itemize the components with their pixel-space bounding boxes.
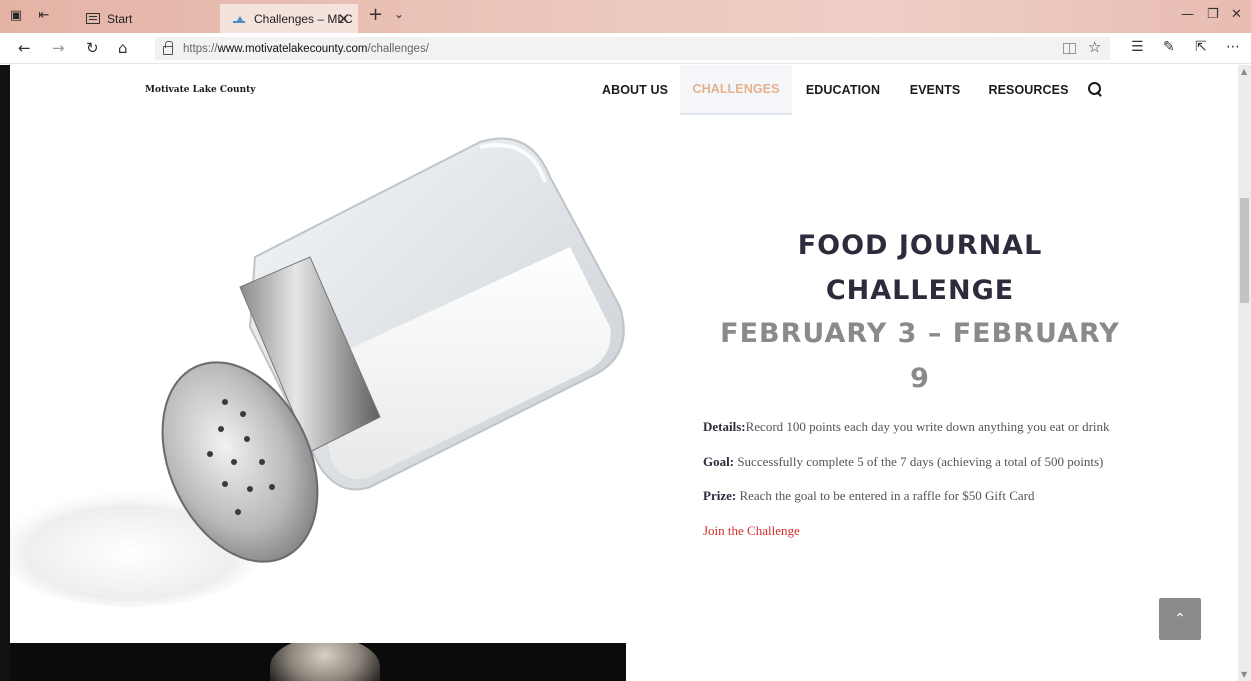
minimize-icon[interactable]: — — [1181, 7, 1194, 22]
site-favicon-icon — [232, 14, 246, 24]
tab-preview-chevron-icon[interactable]: ⌄ — [394, 7, 404, 21]
page-viewport: Motivate Lake County ABOUT US CHALLENGES… — [10, 65, 1238, 681]
favorite-star-icon[interactable]: ☆ — [1088, 38, 1101, 56]
challenge-dates: FEBRUARY 3 – FEBRUARY 9 — [720, 318, 1120, 394]
close-window-icon[interactable]: ✕ — [1231, 7, 1242, 22]
url-text: https://www.motivatelakecounty.com/chall… — [183, 42, 429, 55]
site-logo[interactable]: Motivate Lake County — [145, 85, 256, 95]
page-scrollbar[interactable]: ▲ ▼ — [1238, 65, 1251, 681]
nav-education[interactable]: EDUCATION — [797, 65, 889, 115]
share-icon[interactable]: ⇱ — [1195, 39, 1207, 55]
start-page-icon — [86, 13, 100, 24]
window-left-edge — [0, 65, 10, 681]
home-icon[interactable]: ⌂ — [118, 39, 128, 57]
site-header: Motivate Lake County ABOUT US CHALLENGES… — [10, 65, 1238, 115]
tab-challenges[interactable]: Challenges – MLC ✕ — [220, 4, 358, 33]
nav-about-us[interactable]: ABOUT US — [595, 65, 675, 115]
join-challenge-link[interactable]: Join the Challenge — [703, 523, 800, 539]
web-note-pen-icon[interactable]: ✎ — [1163, 39, 1175, 55]
nav-challenges[interactable]: CHALLENGES — [680, 65, 792, 115]
prize-line: Prize: Reach the goal to be entered in a… — [703, 488, 1035, 503]
address-bar[interactable]: https://www.motivatelakecounty.com/chall… — [155, 37, 1110, 60]
favorites-hub-icon[interactable]: ☰ — [1131, 39, 1144, 55]
salt-shaker-image — [10, 137, 625, 607]
tab-label: Start — [107, 11, 133, 26]
lock-icon — [163, 41, 173, 55]
details-line: Details:Record 100 points each day you w… — [703, 419, 1110, 434]
person-photo — [270, 643, 380, 681]
restore-icon[interactable]: ❐ — [1207, 7, 1219, 22]
tab-actions-icon[interactable]: ▣ — [8, 8, 24, 24]
search-icon[interactable] — [1087, 81, 1103, 97]
close-tab-icon[interactable]: ✕ — [337, 10, 350, 28]
scroll-up-icon[interactable]: ▲ — [1241, 67, 1247, 76]
scroll-down-icon[interactable]: ▼ — [1241, 670, 1247, 679]
tab-start[interactable]: Start — [80, 4, 215, 33]
nav-events[interactable]: EVENTS — [895, 65, 975, 115]
challenge-title: FOOD JOURNAL CHALLENGE — [797, 230, 1043, 306]
refresh-icon[interactable]: ↻ — [86, 39, 99, 57]
back-icon[interactable]: ← — [18, 39, 31, 57]
new-tab-icon[interactable]: + — [368, 4, 383, 25]
browser-tab-bar: ▣ ⇤ Start Challenges – MLC ✕ + ⌄ — ❐ ✕ — [0, 0, 1251, 33]
next-challenge-image — [10, 643, 626, 681]
reading-view-icon[interactable] — [1063, 43, 1076, 54]
nav-resources[interactable]: RESOURCES — [980, 65, 1077, 115]
set-tabs-aside-icon[interactable]: ⇤ — [36, 8, 52, 24]
browser-nav-bar: ← → ↻ ⌂ https://www.motivatelakecounty.c… — [0, 33, 1251, 64]
goal-line: Goal: Successfully complete 5 of the 7 d… — [703, 454, 1104, 469]
forward-icon[interactable]: → — [52, 39, 65, 57]
more-options-icon[interactable]: ⋯ — [1226, 39, 1240, 55]
back-to-top-button[interactable]: ⌃ — [1159, 598, 1201, 640]
scrollbar-thumb[interactable] — [1240, 198, 1249, 303]
